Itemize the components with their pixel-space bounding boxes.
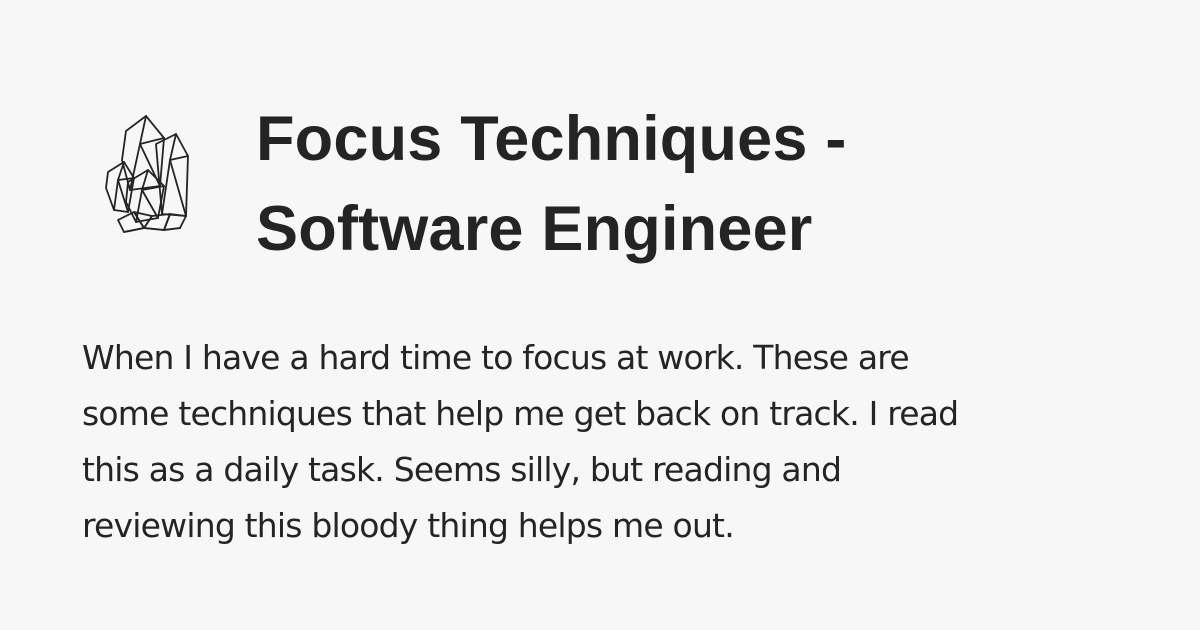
page-description: When I have a hard time to focus at work…	[82, 330, 1122, 554]
page-title-line-2: Software Engineer	[256, 194, 813, 264]
description-line-4: reviewing this bloody thing helps me out…	[82, 506, 735, 545]
page-title-line-1: Focus Techniques -	[256, 104, 847, 174]
page-title: Focus Techniques - Software Engineer	[256, 94, 1136, 274]
description-line-3: this as a daily task. Seems silly, but r…	[82, 450, 842, 489]
description-line-1: When I have a hard time to focus at work…	[82, 338, 910, 377]
description-line-2: some techniques that help me get back on…	[82, 394, 959, 433]
share-card: Focus Techniques - Software Engineer Whe…	[0, 0, 1200, 630]
crystal-icon	[100, 108, 192, 236]
